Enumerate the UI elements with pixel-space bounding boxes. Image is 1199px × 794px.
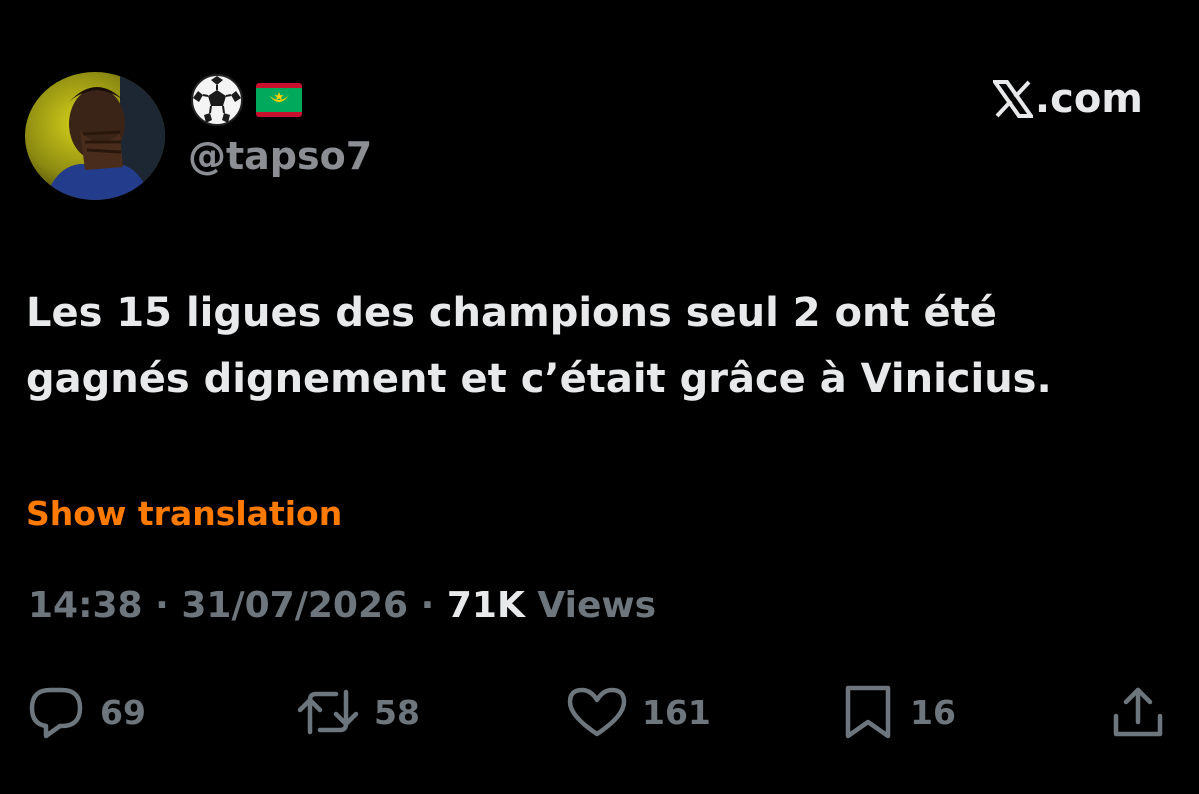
bookmark-icon — [840, 682, 896, 742]
avatar[interactable] — [25, 72, 165, 200]
tweet-text-line-1: Les 15 ligues des champions seul 2 ont é… — [26, 290, 997, 336]
mauritania-flag-icon — [256, 83, 302, 117]
x-logo-icon — [992, 80, 1033, 118]
like-count: 161 — [642, 692, 711, 732]
soccer-ball-icon — [190, 73, 244, 127]
reply-button[interactable]: 69 — [26, 680, 146, 744]
brand-x-com: .com — [992, 76, 1143, 122]
action-bar: 69 58 161 16 — [0, 680, 1199, 744]
show-translation-link[interactable]: Show translation — [26, 494, 342, 533]
display-name[interactable] — [190, 72, 302, 128]
share-button[interactable] — [1110, 680, 1166, 744]
tweet-text: Les 15 ligues des champions seul 2 ont é… — [26, 280, 1186, 412]
tweet-meta: 14:38 · 31/07/2026 · 71K Views — [28, 585, 656, 626]
user-handle[interactable]: @tapso7 — [188, 134, 372, 178]
brand-domain: .com — [1034, 76, 1143, 122]
meta-separator: · — [420, 585, 435, 626]
tweet-date[interactable]: 31/07/2026 — [181, 585, 408, 626]
heart-icon — [566, 684, 628, 740]
repost-icon — [296, 684, 360, 740]
reply-count: 69 — [100, 692, 146, 732]
views-label: Views — [537, 585, 657, 626]
share-icon — [1110, 682, 1166, 742]
reply-icon — [26, 684, 86, 740]
bookmark-count: 16 — [910, 692, 956, 732]
views-count: 71K — [446, 585, 525, 626]
repost-button[interactable]: 58 — [296, 680, 420, 744]
tweet-card: @tapso7 .com Les 15 ligues des champions… — [0, 0, 1199, 794]
tweet-time[interactable]: 14:38 — [28, 585, 143, 626]
bookmark-button[interactable]: 16 — [840, 680, 956, 744]
tweet-text-line-2: gagnés dignement et c’était grâce à Vini… — [26, 356, 1052, 402]
repost-count: 58 — [374, 692, 420, 732]
like-button[interactable]: 161 — [566, 680, 711, 744]
meta-separator: · — [155, 585, 169, 626]
